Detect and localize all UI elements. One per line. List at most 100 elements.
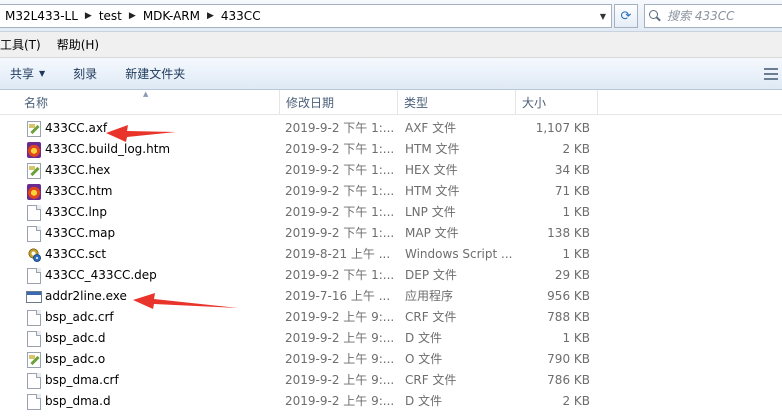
html-file-icon [27,184,41,200]
file-name: 433CC.build_log.htm [45,142,171,156]
file-name: 433CC.hex [45,163,111,177]
file-type: LNP 文件 [405,205,456,219]
file-type: D 文件 [405,394,443,408]
new-folder-button[interactable]: 新建文件夹 [125,65,185,82]
file-date: 2019-9-2 上午 9:... [285,331,393,345]
document-icon [27,205,41,221]
menu-help[interactable]: 帮助(H) [49,36,107,53]
document-icon [27,373,41,389]
breadcrumb-separator-icon[interactable]: ▶ [203,11,218,21]
menu-tools[interactable]: 工具(T) [0,36,49,53]
table-row[interactable]: bsp_adc.d 2019-9-2 上午 9:... D 文件 1 KB [0,328,782,349]
file-date: 2019-9-2 下午 1:... [285,205,393,219]
column-header-date[interactable]: 修改日期 [280,90,398,115]
breadcrumb-433cc[interactable]: 433CC [218,9,264,23]
file-list: 433CC.axf 2019-9-2 下午 1:... AXF 文件 1,107… [0,118,782,412]
table-row[interactable]: 433CC.sct 2019-8-21 上午 ... Windows Scrip… [0,244,782,265]
file-type: D 文件 [405,331,443,345]
file-name: 433CC.lnp [45,205,108,219]
breadcrumb-mdk-arm[interactable]: MDK-ARM [140,9,203,23]
search-icon [649,10,661,22]
file-size: 1 KB [562,247,590,261]
burn-label: 刻录 [73,67,98,81]
table-row[interactable]: bsp_adc.crf 2019-9-2 上午 9:... CRF 文件 788… [0,307,782,328]
file-type: AXF 文件 [405,121,457,135]
column-header-date-label: 修改日期 [286,96,335,110]
breadcrumb-test[interactable]: test [96,9,125,23]
table-row[interactable]: bsp_dma.d 2019-9-2 上午 9:... D 文件 2 KB [0,391,782,412]
refresh-button[interactable]: ⟳ [614,4,638,28]
column-header-type[interactable]: 类型 [398,90,516,115]
table-row[interactable]: bsp_adc.o 2019-9-2 上午 9:... O 文件 790 KB [0,349,782,370]
breadcrumb-separator-icon[interactable]: ▶ [81,11,96,21]
share-label: 共享 [10,67,35,81]
file-type: CRF 文件 [405,310,457,324]
view-options-icon[interactable] [764,68,780,80]
burn-button[interactable]: 刻录 [73,65,97,82]
table-row[interactable]: 433CC.build_log.htm 2019-9-2 下午 1:... HT… [0,139,782,160]
address-dropdown-icon[interactable]: ▼ [594,4,612,28]
table-row[interactable]: 433CC.map 2019-9-2 下午 1:... MAP 文件 138 K… [0,223,782,244]
file-date: 2019-9-2 下午 1:... [285,268,393,282]
file-type: HEX 文件 [405,163,458,177]
html-file-icon [27,142,41,158]
search-box[interactable] [644,4,782,28]
edit-file-icon [27,163,41,179]
application-icon [26,291,42,303]
column-header-name-label: 名称 [24,96,49,110]
share-button[interactable]: 共享 ▼ [10,65,45,82]
column-headers: ▲ 名称 修改日期 类型 大小 [0,90,782,115]
edit-file-icon [27,121,41,137]
file-name: 433CC_433CC.dep [45,268,157,282]
file-name: bsp_dma.crf [45,373,119,387]
file-size: 956 KB [547,289,590,303]
file-name: 433CC.htm [45,184,113,198]
table-row[interactable]: 433CC.axf 2019-9-2 下午 1:... AXF 文件 1,107… [0,118,782,139]
command-toolbar: 共享 ▼ 刻录 新建文件夹 [0,58,782,90]
file-date: 2019-9-2 下午 1:... [285,142,393,156]
document-icon [27,394,41,410]
file-date: 2019-9-2 下午 1:... [285,121,393,135]
file-date: 2019-9-2 上午 9:... [285,394,393,408]
file-type: DEP 文件 [405,268,457,282]
file-type: CRF 文件 [405,373,457,387]
chevron-down-icon: ▼ [39,69,46,78]
file-type: 应用程序 [405,289,454,303]
file-name: bsp_adc.o [45,352,106,366]
file-date: 2019-9-2 上午 9:... [285,352,393,366]
document-icon [27,331,41,347]
file-name: bsp_dma.d [45,394,111,408]
file-size: 1,107 KB [535,121,590,135]
table-row[interactable]: addr2line.exe 2019-7-16 上午 ... 应用程序 956 … [0,286,782,307]
table-row[interactable]: 433CC_433CC.dep 2019-9-2 下午 1:... DEP 文件… [0,265,782,286]
file-size: 2 KB [562,394,590,408]
search-input[interactable] [667,9,777,23]
breadcrumb-separator-icon[interactable]: ▶ [125,11,140,21]
table-row[interactable]: 433CC.htm 2019-9-2 下午 1:... HTM 文件 71 KB [0,181,782,202]
file-date: 2019-7-16 上午 ... [285,289,391,303]
column-header-type-label: 类型 [404,96,429,110]
column-header-size[interactable]: 大小 [516,90,598,115]
table-row[interactable]: 433CC.hex 2019-9-2 下午 1:... HEX 文件 34 KB [0,160,782,181]
table-row[interactable]: bsp_dma.crf 2019-9-2 上午 9:... CRF 文件 786… [0,370,782,391]
new-folder-label: 新建文件夹 [125,67,186,81]
column-header-size-label: 大小 [522,96,547,110]
file-type: HTM 文件 [405,184,460,198]
table-row[interactable]: 433CC.lnp 2019-9-2 下午 1:... LNP 文件 1 KB [0,202,782,223]
address-bar[interactable]: M32L433-LL ▶ test ▶ MDK-ARM ▶ 433CC [0,4,612,28]
refresh-icon: ⟳ [620,8,632,24]
file-size: 790 KB [547,352,590,366]
file-name: bsp_adc.crf [45,310,114,324]
file-name: addr2line.exe [45,289,127,303]
column-header-name[interactable]: 名称 [18,90,280,115]
file-size: 1 KB [562,205,590,219]
file-type: O 文件 [405,352,443,366]
file-size: 786 KB [547,373,590,387]
file-date: 2019-9-2 下午 1:... [285,226,393,240]
menu-bar: 工具(T) 帮助(H) [0,32,782,58]
file-date: 2019-9-2 上午 9:... [285,373,393,387]
file-date: 2019-9-2 上午 9:... [285,310,393,324]
file-size: 138 KB [547,226,590,240]
document-icon [27,310,41,326]
breadcrumb-m32l433[interactable]: M32L433-LL [2,9,81,23]
